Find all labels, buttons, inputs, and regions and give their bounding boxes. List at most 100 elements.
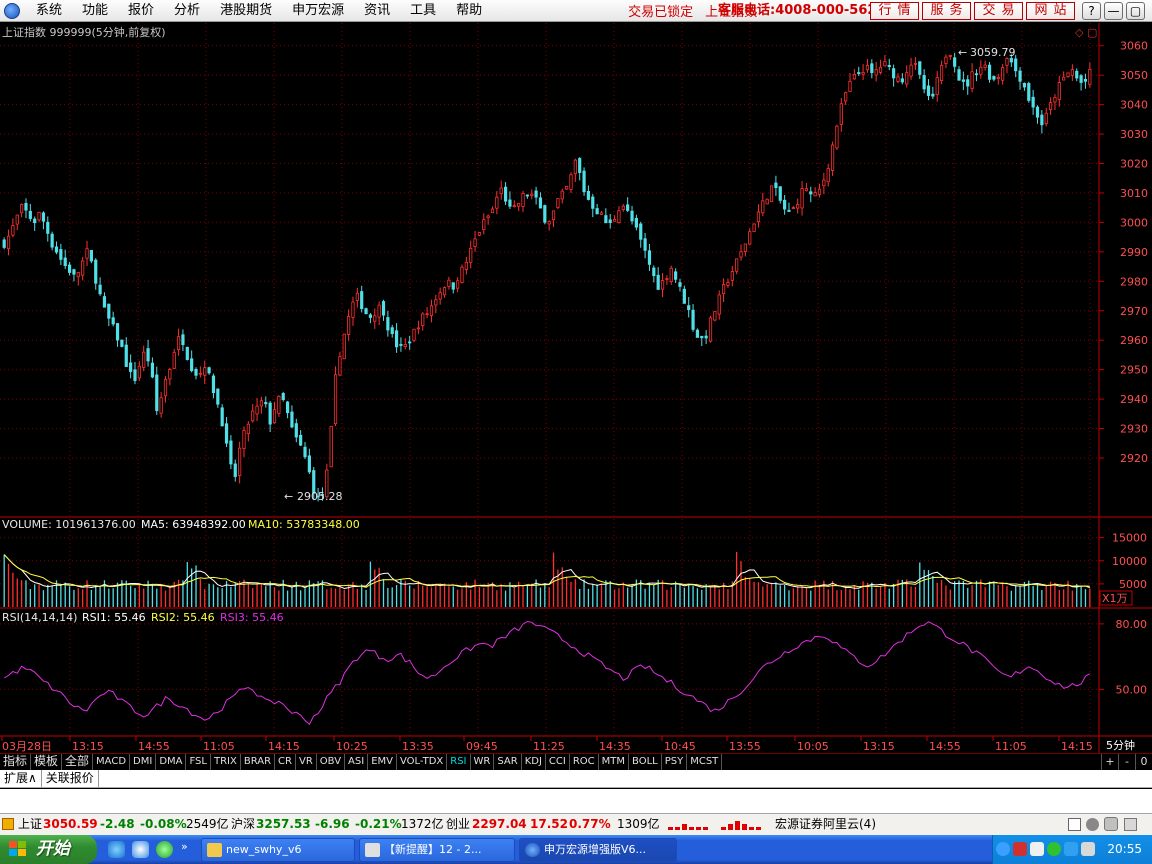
related-quote-tab[interactable]: 关联报价 — [42, 770, 99, 787]
indicator-tab-全部[interactable]: 全部 — [62, 754, 94, 770]
task-trading-app[interactable]: 申万宏源增强版V6... — [519, 838, 677, 862]
tray-play-icon[interactable] — [1047, 842, 1061, 856]
candle-body — [992, 76, 996, 80]
indicator-tab-asi[interactable]: ASI — [345, 754, 369, 770]
time-tick-label: 14:55 — [929, 740, 961, 753]
indicator-tab-dma[interactable]: DMA — [156, 754, 187, 770]
network-icon[interactable] — [1086, 818, 1099, 831]
candle-body — [146, 348, 150, 362]
indicator-tab-mcst[interactable]: MCST — [687, 754, 723, 770]
tab-reset-button[interactable]: 0 — [1135, 754, 1152, 770]
indicator-tab-指标[interactable]: 指标 — [0, 754, 32, 770]
help-icon[interactable]: ? — [1082, 2, 1101, 20]
indicator-tab-kdj[interactable]: KDJ — [522, 754, 546, 770]
candle-body — [107, 303, 111, 319]
menu-function[interactable]: 功能 — [72, 0, 118, 22]
tray-back-icon[interactable] — [996, 842, 1010, 856]
tray-shield-icon[interactable] — [1064, 842, 1078, 856]
high-marker: ← — [958, 46, 967, 59]
quicklaunch-more-icon[interactable]: » — [181, 840, 188, 853]
indicator-tab-wr[interactable]: WR — [471, 754, 495, 770]
candle-body — [255, 405, 259, 415]
ie-icon[interactable] — [108, 841, 125, 858]
candle-body — [1075, 70, 1079, 79]
indicator-tab-roc[interactable]: ROC — [570, 754, 599, 770]
candle-body — [347, 316, 351, 335]
start-button[interactable]: 开始 — [0, 835, 97, 864]
indicator-tab-obv[interactable]: OBV — [317, 754, 346, 770]
indicator-tab-psy[interactable]: PSY — [662, 754, 688, 770]
menu-tools[interactable]: 工具 — [400, 0, 446, 22]
indicator-tab-cci[interactable]: CCI — [546, 754, 570, 770]
time-tick-label: 03月28日 — [2, 740, 52, 753]
menu-system[interactable]: 系统 — [26, 0, 72, 22]
menu-help[interactable]: 帮助 — [446, 0, 492, 22]
stock-chart[interactable]: 2920 2930 2940 2950 2960 2970 2980 2990 3000 3010… — [0, 23, 1152, 753]
indicator-tab-trix[interactable]: TRIX — [211, 754, 241, 770]
task-folder[interactable]: new_swhy_v6 — [201, 838, 355, 862]
menu-quote[interactable]: 报价 — [118, 0, 164, 22]
website-button[interactable]: 网站 — [1026, 2, 1075, 20]
task-browser[interactable]: 【新提醒】12 - 2... — [359, 838, 515, 862]
tray-flag-icon[interactable] — [1030, 842, 1044, 856]
menu-hk-futures[interactable]: 港股期货 — [210, 0, 282, 22]
service-button[interactable]: 服务 — [922, 2, 971, 20]
settings-icon[interactable] — [1124, 818, 1137, 831]
indicator-tab-emv[interactable]: EMV — [368, 754, 397, 770]
indicator-tab-cr[interactable]: CR — [275, 754, 296, 770]
candle-body — [1018, 70, 1022, 82]
candle — [543, 204, 547, 225]
menu-swhy[interactable]: 申万宏源 — [282, 0, 354, 22]
period-label[interactable]: 5分钟 — [1106, 738, 1135, 752]
menu-analysis[interactable]: 分析 — [164, 0, 210, 22]
candle-body — [726, 282, 730, 286]
tab-add-button[interactable]: + — [1101, 754, 1118, 770]
indicator-tab-mtm[interactable]: MTM — [599, 754, 630, 770]
candle-body — [238, 447, 242, 476]
chart-area[interactable]: 2920 2930 2940 2950 2960 2970 2980 2990 3000 3010… — [0, 23, 1152, 753]
menu-news[interactable]: 资讯 — [354, 0, 400, 22]
indicator-tab-macd[interactable]: MACD — [93, 754, 131, 770]
candle — [333, 366, 338, 427]
hs-value[interactable]: 3257.53 — [256, 814, 311, 835]
media-icon[interactable] — [132, 841, 149, 858]
tray-security-icon[interactable] — [1013, 842, 1027, 856]
candle-body — [364, 308, 368, 315]
browser-icon[interactable] — [156, 841, 173, 858]
indicator-tab-fsl[interactable]: FSL — [186, 754, 211, 770]
indicator-tab-sar[interactable]: SAR — [494, 754, 522, 770]
candle — [765, 198, 769, 205]
indicator-tab-dmi[interactable]: DMI — [130, 754, 157, 770]
candle-body — [41, 212, 46, 222]
candle-body — [809, 191, 813, 195]
cy-value[interactable]: 2297.04 — [472, 814, 527, 835]
tab-remove-button[interactable]: - — [1118, 754, 1135, 770]
extension-row: 扩展∧ 关联报价 — [0, 770, 1152, 788]
quote-button[interactable]: 行情 — [870, 2, 919, 20]
minimize-icon[interactable]: — — [1104, 2, 1123, 20]
candle-body — [198, 372, 202, 375]
candle-body — [543, 205, 547, 223]
lock-icon[interactable] — [1104, 817, 1118, 831]
indicator-tab-rsi[interactable]: RSI — [447, 754, 471, 770]
indicator-tab-brar[interactable]: BRAR — [241, 754, 276, 770]
trade-button[interactable]: 交易 — [974, 2, 1023, 20]
expand-tab[interactable]: 扩展∧ — [0, 770, 42, 787]
chart-options-icon[interactable]: ◇ ▢ — [1075, 26, 1097, 39]
candle-body — [299, 434, 303, 446]
extension-panel — [0, 789, 1152, 813]
indicator-tab-vr[interactable]: VR — [296, 754, 317, 770]
sh-value[interactable]: 3050.59 — [43, 814, 98, 835]
candle-body — [678, 282, 682, 287]
candle-body — [333, 374, 338, 425]
indicator-tab-boll[interactable]: BOLL — [629, 754, 662, 770]
window-icon[interactable] — [1068, 818, 1081, 831]
candle-body — [190, 358, 194, 372]
restore-icon[interactable]: ▢ — [1126, 2, 1145, 20]
indicator-tab-模板[interactable]: 模板 — [31, 754, 63, 770]
trade-lock-status[interactable]: 交易已锁定 — [622, 1, 699, 20]
candle-body — [556, 198, 560, 208]
broker-server[interactable]: 宏源证券阿里云(4) — [775, 814, 876, 835]
indicator-tab-vol-tdx[interactable]: VOL-TDX — [397, 754, 448, 770]
tray-volume-icon[interactable] — [1081, 842, 1095, 856]
